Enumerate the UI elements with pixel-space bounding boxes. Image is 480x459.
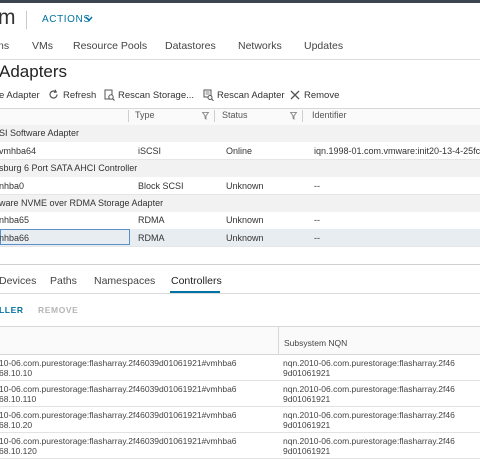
page-title: Adapters bbox=[0, 62, 68, 81]
adapter-name: nhba66 bbox=[0, 233, 30, 243]
group-label: SI Software Adapter bbox=[0, 128, 80, 138]
group-label: sburg 6 Port SATA AHCI Controller bbox=[0, 163, 138, 173]
subsystem-nqn: nqn.2010-06.com.purestorage:flasharray.2… bbox=[283, 358, 455, 368]
column-divider bbox=[214, 110, 215, 122]
rescan-storage-button[interactable]: Rescan Storage... bbox=[118, 90, 194, 101]
add-adapter-button[interactable]: e Adapter bbox=[0, 90, 40, 101]
add-controller-button[interactable]: LLER bbox=[0, 305, 24, 315]
column-header-subsystem-nqn[interactable]: Subsystem NQN bbox=[284, 338, 347, 348]
group-label: ware NVME over RDMA Storage Adapter bbox=[0, 198, 164, 208]
tab-networks[interactable]: Networks bbox=[238, 40, 282, 52]
controller-name: 10-06.com.purestorage:flasharray.2f46039… bbox=[0, 410, 237, 420]
tab-resource-pools[interactable]: Resource Pools bbox=[73, 40, 147, 52]
tab-devices[interactable]: Devices bbox=[0, 275, 36, 287]
tab-datastores[interactable]: Datastores bbox=[165, 40, 216, 52]
subsystem-nqn: nqn.2010-06.com.purestorage:flasharray.2… bbox=[283, 410, 455, 420]
controller-address: 68.10.10 bbox=[0, 368, 33, 378]
adapter-status: Unknown bbox=[226, 233, 264, 243]
controller-name: 10-06.com.purestorage:flasharray.2f46039… bbox=[0, 358, 237, 368]
subsystem-nqn-cont: 9d01061921 bbox=[283, 368, 331, 378]
subsystem-nqn-cont: 9d01061921 bbox=[283, 394, 331, 404]
adapter-type: Block SCSI bbox=[138, 181, 184, 191]
chevron-down-icon[interactable] bbox=[85, 16, 93, 22]
adapter-identifier: iqn.1998-01.com.vmware:init20-13-4-25fc7… bbox=[314, 146, 480, 156]
adapter-type: RDMA bbox=[138, 233, 165, 243]
tabs-divider bbox=[0, 59, 480, 60]
panel-divider bbox=[0, 264, 480, 265]
controller-address: 68.10.20 bbox=[0, 420, 33, 430]
controllers-table-header bbox=[0, 327, 480, 355]
tab-controllers[interactable]: Controllers bbox=[171, 275, 222, 287]
refresh-icon[interactable] bbox=[48, 89, 59, 100]
column-header-identifier[interactable]: Identifier bbox=[312, 110, 347, 120]
tab-vms[interactable]: VMs bbox=[32, 40, 53, 52]
adapter-status: Unknown bbox=[226, 215, 264, 225]
adapter-status: Online bbox=[226, 146, 253, 156]
header-divider bbox=[26, 11, 27, 29]
adapter-name: nhba0 bbox=[0, 181, 25, 191]
filter-icon[interactable] bbox=[290, 112, 297, 120]
column-divider bbox=[128, 110, 129, 122]
adapter-type: iSCSI bbox=[138, 146, 162, 156]
subsystem-nqn: nqn.2010-06.com.purestorage:flasharray.2… bbox=[283, 384, 455, 394]
adapter-status: Unknown bbox=[226, 181, 264, 191]
controller-address: 68.10.120 bbox=[0, 446, 37, 456]
column-header-type[interactable]: Type bbox=[135, 110, 155, 120]
column-header-status[interactable]: Status bbox=[222, 110, 248, 120]
object-tabs: ns VMs Resource Pools Datastores Network… bbox=[0, 40, 480, 60]
controller-name: 10-06.com.purestorage:flasharray.2f46039… bbox=[0, 436, 237, 446]
adapter-identifier: -- bbox=[314, 181, 320, 191]
remove-button[interactable]: Remove bbox=[304, 90, 339, 101]
adapter-identifier: -- bbox=[314, 215, 320, 225]
close-icon[interactable] bbox=[290, 90, 300, 100]
rescan-adapter-icon[interactable] bbox=[203, 89, 214, 101]
adapter-name: vmhba64 bbox=[0, 146, 37, 156]
rescan-storage-icon[interactable] bbox=[104, 89, 115, 101]
filter-icon[interactable] bbox=[202, 112, 209, 120]
adapter-type: RDMA bbox=[138, 215, 165, 225]
rescan-adapter-button[interactable]: Rescan Adapter bbox=[217, 90, 285, 101]
subsystem-nqn-cont: 9d01061921 bbox=[283, 420, 331, 430]
tab-paths[interactable]: Paths bbox=[50, 275, 77, 287]
tab-updates[interactable]: Updates bbox=[304, 40, 343, 52]
subsystem-nqn: nqn.2010-06.com.purestorage:flasharray.2… bbox=[283, 436, 455, 446]
detail-tabs-divider bbox=[0, 293, 480, 294]
tab-namespaces[interactable]: Namespaces bbox=[94, 275, 155, 287]
subsystem-nqn-cont: 9d01061921 bbox=[283, 446, 331, 456]
remove-controller-button[interactable]: REMOVE bbox=[38, 305, 78, 315]
refresh-button[interactable]: Refresh bbox=[63, 90, 96, 101]
host-name: m bbox=[0, 6, 16, 29]
controller-name: 10-06.com.purestorage:flasharray.2f46039… bbox=[0, 384, 237, 394]
adapter-identifier: -- bbox=[314, 233, 320, 243]
column-divider bbox=[302, 110, 303, 122]
tab-permissions[interactable]: ns bbox=[0, 40, 9, 52]
adapter-name: nhba65 bbox=[0, 215, 30, 225]
actions-menu-button[interactable]: ACTIONS bbox=[42, 14, 91, 25]
controller-address: 68.10.110 bbox=[0, 394, 37, 404]
